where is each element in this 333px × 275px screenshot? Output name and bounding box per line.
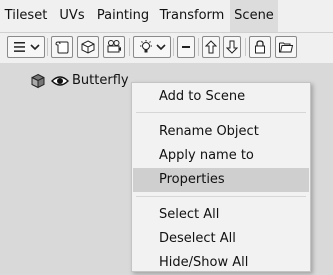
toolbar-divider — [173, 38, 174, 56]
scroll-button[interactable] — [51, 36, 73, 58]
menu-transform[interactable]: Transform — [154, 0, 230, 32]
cube-button[interactable] — [77, 36, 99, 58]
minus-icon — [182, 46, 190, 48]
menu-item-rename-object[interactable]: Rename Object — [133, 120, 309, 144]
folder-button[interactable] — [275, 36, 297, 58]
menu-separator — [136, 112, 306, 113]
toolbar-divider — [245, 38, 246, 56]
projector-button[interactable] — [103, 36, 125, 58]
lightbulb-dropdown-button[interactable] — [133, 36, 171, 58]
menu-tileset[interactable]: Tileset — [0, 0, 52, 32]
menu-item-add-to-scene[interactable]: Add to Scene — [133, 85, 309, 109]
menu-scene[interactable]: Scene — [230, 0, 278, 32]
move-down-icon — [226, 40, 238, 54]
menu-item-hide-show-all[interactable]: Hide/Show All — [133, 251, 309, 275]
menu-item-select-all[interactable]: Select All — [133, 203, 309, 227]
tree-item-label: Butterfly — [72, 73, 129, 88]
toolbar — [0, 33, 333, 63]
move-down-button[interactable] — [223, 36, 241, 58]
menu-item-properties[interactable]: Properties — [133, 168, 309, 192]
folder-icon — [279, 42, 294, 53]
lock-icon — [255, 40, 265, 54]
cube-icon — [81, 40, 95, 54]
toolbar-divider — [198, 38, 199, 56]
context-menu: Add to Scene Rename Object Apply name to… — [131, 82, 311, 272]
menu-uvs[interactable]: UVs — [52, 0, 92, 32]
toolbar-divider — [47, 38, 48, 56]
toolbar-divider — [129, 38, 130, 56]
hamburger-dropdown-button[interactable] — [7, 36, 45, 58]
move-up-icon — [205, 40, 217, 54]
menu-bar: Tileset UVs Painting Transform Scene — [0, 0, 333, 33]
object-cube-icon — [31, 73, 45, 89]
menu-painting[interactable]: Painting — [92, 0, 154, 32]
remove-button[interactable] — [177, 36, 195, 58]
projector-icon — [107, 40, 121, 53]
visibility-eye-icon[interactable] — [51, 75, 69, 87]
menu-separator — [136, 196, 306, 197]
move-up-button[interactable] — [202, 36, 220, 58]
lightbulb-dropdown-icon — [140, 40, 166, 53]
menu-item-deselect-all[interactable]: Deselect All — [133, 227, 309, 251]
scroll-icon — [55, 41, 69, 54]
menu-item-apply-name-to-instances[interactable]: Apply name to Instances — [133, 144, 309, 187]
hamburger-dropdown-icon — [14, 42, 40, 52]
lock-button[interactable] — [249, 36, 271, 58]
